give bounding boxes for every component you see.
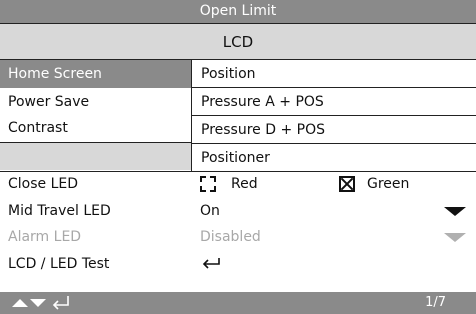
dropdown-option-position[interactable]: Position [192,60,476,88]
dropdown-arrow-icon[interactable] [444,207,466,216]
red-checkbox[interactable] [200,176,216,192]
lcd-led-test-label: LCD / LED Test [8,256,110,272]
alarm-led-value: Disabled [200,229,261,245]
red-checkbox-label: Red [231,176,258,192]
alarm-led-label: Alarm LED [8,229,82,245]
home-screen-dropdown[interactable]: Position Pressure A + POS Pressure D + P… [191,60,476,172]
window-title: Open Limit [0,0,476,23]
menu-empty-slot [0,142,191,170]
tab-lcd[interactable]: LCD [0,23,476,60]
mid-travel-led-value[interactable]: On [200,197,220,225]
dropdown-option-positioner[interactable]: Positioner [192,144,476,172]
up-arrow-icon[interactable] [12,299,28,307]
enter-icon[interactable] [52,296,69,310]
menu-item-home-screen[interactable]: Home Screen [0,60,191,88]
close-led-row: Close LED Red Green [0,170,476,198]
green-checkbox[interactable] [339,176,355,192]
close-led-label: Close LED [8,176,79,192]
dropdown-arrow-icon [444,233,466,242]
green-checkbox-label: Green [367,176,410,192]
lcd-led-test-row[interactable]: LCD / LED Test [0,250,476,278]
enter-icon[interactable] [200,257,222,269]
mid-travel-led-row[interactable]: Mid Travel LED On [0,197,476,225]
menu-item-contrast[interactable]: Contrast [0,114,191,142]
footer-nav [10,292,85,314]
page-indicator: 1/7 [425,295,446,310]
menu-item-power-save[interactable]: Power Save [0,88,191,116]
down-arrow-icon[interactable] [30,299,46,307]
alarm-led-row: Alarm LED Disabled [0,223,476,251]
footer-bar: 1/7 [0,292,476,314]
mid-travel-led-label: Mid Travel LED [8,203,111,219]
dropdown-option-pressure-a-pos[interactable]: Pressure A + POS [192,88,476,116]
dropdown-option-pressure-d-pos[interactable]: Pressure D + POS [192,116,476,144]
